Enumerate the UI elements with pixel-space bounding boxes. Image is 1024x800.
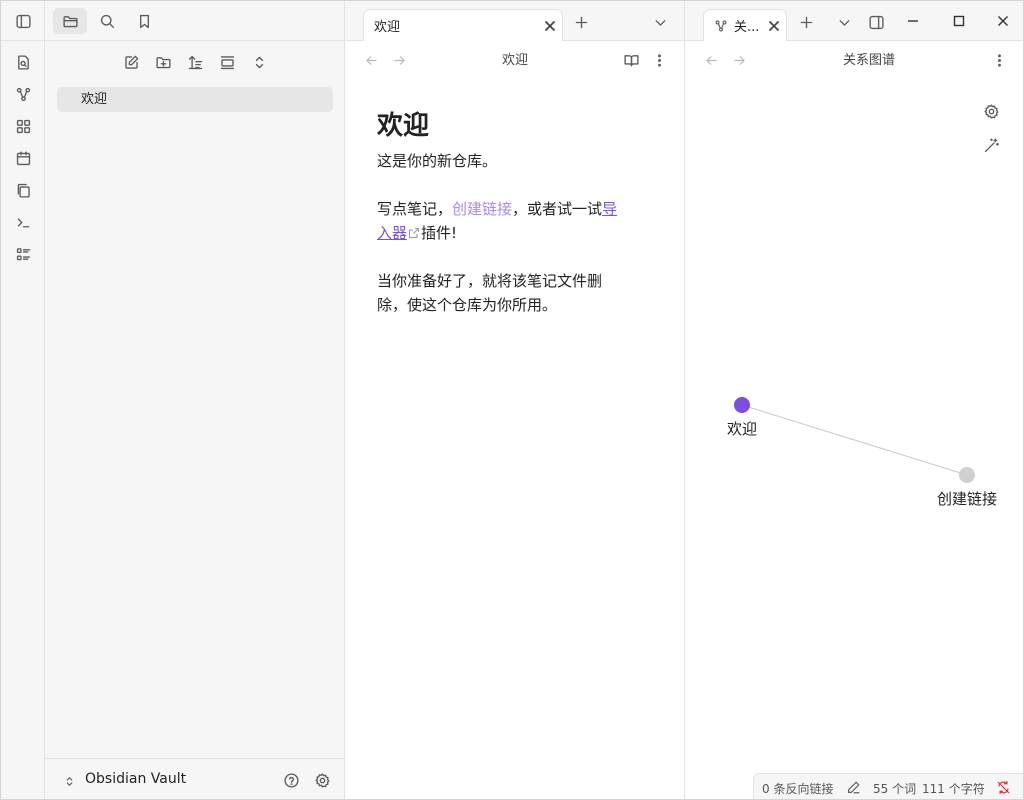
vault-bar: Obsidian Vault bbox=[45, 758, 345, 799]
help-icon[interactable] bbox=[281, 770, 301, 790]
editor-pane: 欢迎 欢迎 欢迎 这是你的新仓库。 写点笔记，创建链接，或者试一试导入器 插件!… bbox=[345, 1, 685, 799]
app-window: 欢迎 Obsidian Vault 欢迎 欢迎 欢迎 这是你的新仓库。 写点笔记… bbox=[0, 0, 1024, 800]
internal-link[interactable]: 创建链接 bbox=[452, 200, 512, 218]
back-arrow-icon[interactable] bbox=[701, 50, 721, 70]
daily-note-icon[interactable] bbox=[13, 148, 33, 168]
close-icon[interactable] bbox=[538, 14, 562, 38]
more-options-icon[interactable] bbox=[989, 50, 1009, 70]
graph-pane: 关... 关系图谱 欢迎 创建链接 bbox=[685, 1, 1024, 799]
para1-text: 这是你的新仓库。 bbox=[377, 152, 498, 170]
graph-node-create-link[interactable] bbox=[959, 467, 975, 483]
backlinks-count[interactable]: 0 条反向链接 bbox=[762, 780, 833, 797]
forward-arrow-icon[interactable] bbox=[729, 50, 749, 70]
files-icon[interactable] bbox=[53, 8, 87, 34]
animate-wand-icon[interactable] bbox=[981, 135, 1001, 155]
graph-node-welcome[interactable] bbox=[734, 397, 750, 413]
graph-view-icon[interactable] bbox=[13, 84, 33, 104]
status-bar: 0 条反向链接 55 个词 111 个字符 bbox=[753, 773, 1023, 799]
new-tab-icon[interactable] bbox=[796, 12, 816, 32]
sidebar-tab-header bbox=[45, 1, 345, 41]
vault-name[interactable]: Obsidian Vault bbox=[85, 771, 186, 787]
sync-error-icon[interactable] bbox=[994, 778, 1012, 796]
quick-switcher-icon[interactable] bbox=[13, 52, 33, 72]
para2-text-after: 插件! bbox=[421, 224, 458, 242]
note-content[interactable]: 欢迎 这是你的新仓库。 写点笔记，创建链接，或者试一试导入器 插件! 当你准备好了… bbox=[377, 109, 627, 341]
templates-icon[interactable] bbox=[13, 180, 33, 200]
chevron-down-icon[interactable] bbox=[834, 12, 854, 32]
graph-node-label: 欢迎 bbox=[727, 420, 757, 438]
search-icon[interactable] bbox=[97, 11, 117, 31]
editor-tab-bar: 欢迎 bbox=[345, 1, 684, 41]
note-paragraph-1: 这是你的新仓库。 bbox=[377, 149, 627, 173]
char-count: 111 个字符 bbox=[922, 782, 985, 796]
tab-label: 欢迎 bbox=[374, 20, 401, 35]
reading-view-icon[interactable] bbox=[621, 50, 641, 70]
file-tree-item-label: 欢迎 bbox=[81, 92, 108, 107]
tab-graph[interactable]: 关... bbox=[703, 9, 787, 41]
settings-icon[interactable] bbox=[312, 770, 332, 790]
bookmarks-icon[interactable] bbox=[134, 11, 154, 31]
new-note-icon[interactable] bbox=[121, 52, 141, 72]
left-ribbon bbox=[1, 1, 45, 799]
graph-edge bbox=[741, 404, 968, 476]
note-paragraph-2: 写点笔记，创建链接，或者试一试导入器 插件! bbox=[377, 197, 627, 245]
command-palette-icon[interactable] bbox=[13, 212, 33, 232]
sidebar-toggle-icon[interactable] bbox=[13, 11, 33, 31]
tab-label: 关... bbox=[734, 20, 760, 35]
back-arrow-icon[interactable] bbox=[361, 50, 381, 70]
collapse-icon[interactable] bbox=[217, 52, 237, 72]
view-header-title[interactable]: 欢迎 bbox=[445, 49, 585, 69]
para2-text-middle: ，或者试一试 bbox=[512, 200, 603, 218]
graph-tab-icon bbox=[714, 18, 730, 34]
new-folder-icon[interactable] bbox=[153, 52, 173, 72]
external-link-icon bbox=[408, 222, 420, 239]
note-paragraph-3: 当你准备好了，就将该笔记文件删除，使这个仓库为你所用。 bbox=[377, 269, 627, 317]
word-count: 55 个词 bbox=[873, 782, 917, 796]
sort-icon[interactable] bbox=[185, 52, 205, 72]
graph-settings-icon[interactable] bbox=[981, 101, 1001, 121]
bases-icon[interactable] bbox=[13, 244, 33, 264]
chevron-down-icon[interactable] bbox=[650, 12, 670, 32]
file-tree-item[interactable]: 欢迎 bbox=[57, 87, 333, 112]
tab-welcome[interactable]: 欢迎 bbox=[363, 9, 563, 41]
minimize-button[interactable] bbox=[899, 9, 927, 33]
new-tab-icon[interactable] bbox=[571, 12, 591, 32]
close-window-button[interactable] bbox=[989, 9, 1017, 33]
file-explorer-pane: 欢迎 Obsidian Vault bbox=[45, 1, 345, 799]
graph-canvas[interactable]: 欢迎 创建链接 bbox=[685, 381, 1024, 581]
expand-icon[interactable] bbox=[249, 52, 269, 72]
right-sidebar-toggle-icon[interactable] bbox=[866, 12, 886, 32]
maximize-button[interactable] bbox=[945, 9, 973, 33]
forward-arrow-icon[interactable] bbox=[389, 50, 409, 70]
graph-tab-bar: 关... bbox=[685, 1, 1023, 41]
close-icon[interactable] bbox=[762, 14, 786, 38]
graph-node-label: 创建链接 bbox=[937, 490, 997, 508]
view-header-title[interactable]: 关系图谱 bbox=[799, 49, 939, 69]
canvas-icon[interactable] bbox=[13, 116, 33, 136]
note-heading: 欢迎 bbox=[377, 111, 430, 141]
para3-text: 当你准备好了，就将该笔记文件删除，使这个仓库为你所用。 bbox=[377, 272, 603, 314]
vault-switch-icon[interactable] bbox=[59, 771, 79, 791]
ribbon-top bbox=[1, 1, 45, 41]
more-options-icon[interactable] bbox=[649, 50, 669, 70]
para2-text-before: 写点笔记， bbox=[377, 200, 453, 218]
edit-mode-icon[interactable] bbox=[844, 778, 862, 796]
